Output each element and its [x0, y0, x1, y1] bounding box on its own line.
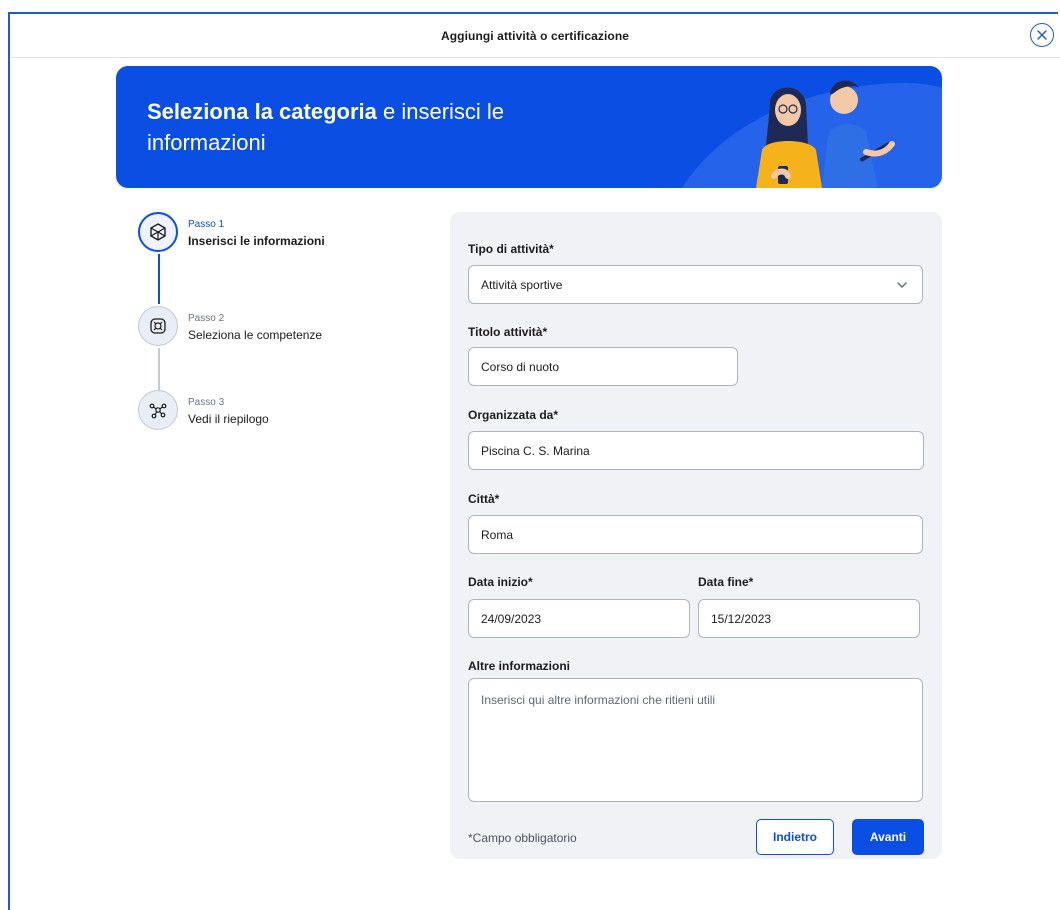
- header-banner: Seleziona la categoria e inserisci le in…: [116, 66, 942, 188]
- step-1[interactable]: Passo 1 Inserisci le informazioni: [138, 212, 325, 252]
- step-3[interactable]: Passo 3 Vedi il riepilogo: [138, 390, 269, 430]
- data-fine-input[interactable]: 15/12/2023: [698, 599, 920, 638]
- required-note: *Campo obbligatorio: [468, 831, 577, 845]
- modal-title: Aggiungi attività o certificazione: [440, 28, 630, 43]
- step-2[interactable]: Passo 2 Seleziona le competenze: [138, 306, 322, 346]
- citta-label: Città*: [468, 492, 500, 506]
- step-2-label: Seleziona le competenze: [188, 328, 323, 342]
- step-connector-1: [158, 254, 160, 304]
- citta-input[interactable]: Roma: [468, 515, 923, 554]
- skills-icon: [150, 318, 166, 334]
- modal-header: Aggiungi attività o certificazione: [10, 14, 1060, 58]
- step-3-circle: [138, 390, 178, 430]
- tipo-label: Tipo di attività*: [468, 242, 554, 256]
- close-circle-icon: [1037, 30, 1047, 40]
- activity-form: Tipo di attività* Attività sportive Tito…: [450, 212, 942, 859]
- step-2-circle: [138, 306, 178, 346]
- network-icon: [149, 403, 167, 419]
- titolo-label: Titolo attività*: [468, 325, 548, 339]
- step-2-kicker: Passo 2: [188, 313, 225, 324]
- banner-title: Seleziona la categoria e inserisci le in…: [147, 96, 577, 158]
- tipo-value: Attività sportive: [481, 277, 563, 292]
- back-button[interactable]: Indietro: [756, 819, 834, 855]
- banner-title-bold: Seleziona la categoria: [147, 99, 377, 124]
- altre-textarea[interactable]: Inserisci qui altre informazioni che rit…: [468, 678, 923, 802]
- people-illustration: [682, 80, 942, 188]
- cube-icon: [150, 223, 166, 241]
- step-connector-2: [158, 348, 160, 390]
- organizzata-label: Organizzata da*: [468, 408, 559, 422]
- data-inizio-label: Data inizio*: [468, 575, 533, 589]
- titolo-input[interactable]: Corso di nuoto: [468, 347, 738, 386]
- data-fine-label: Data fine*: [698, 575, 754, 589]
- chevron-down-icon: [897, 281, 907, 288]
- next-button[interactable]: Avanti: [852, 819, 924, 855]
- data-inizio-input[interactable]: 24/09/2023: [468, 599, 690, 638]
- step-1-circle: [138, 212, 178, 252]
- step-1-kicker: Passo 1: [188, 219, 225, 230]
- close-button[interactable]: [1030, 23, 1054, 47]
- organizzata-input[interactable]: Piscina C. S. Marina: [468, 431, 924, 470]
- step-3-label: Vedi il riepilogo: [188, 412, 269, 426]
- tipo-select[interactable]: Attività sportive: [468, 265, 923, 304]
- altre-label: Altre informazioni: [468, 659, 571, 673]
- step-3-kicker: Passo 3: [188, 397, 225, 408]
- step-1-label: Inserisci le informazioni: [188, 234, 325, 248]
